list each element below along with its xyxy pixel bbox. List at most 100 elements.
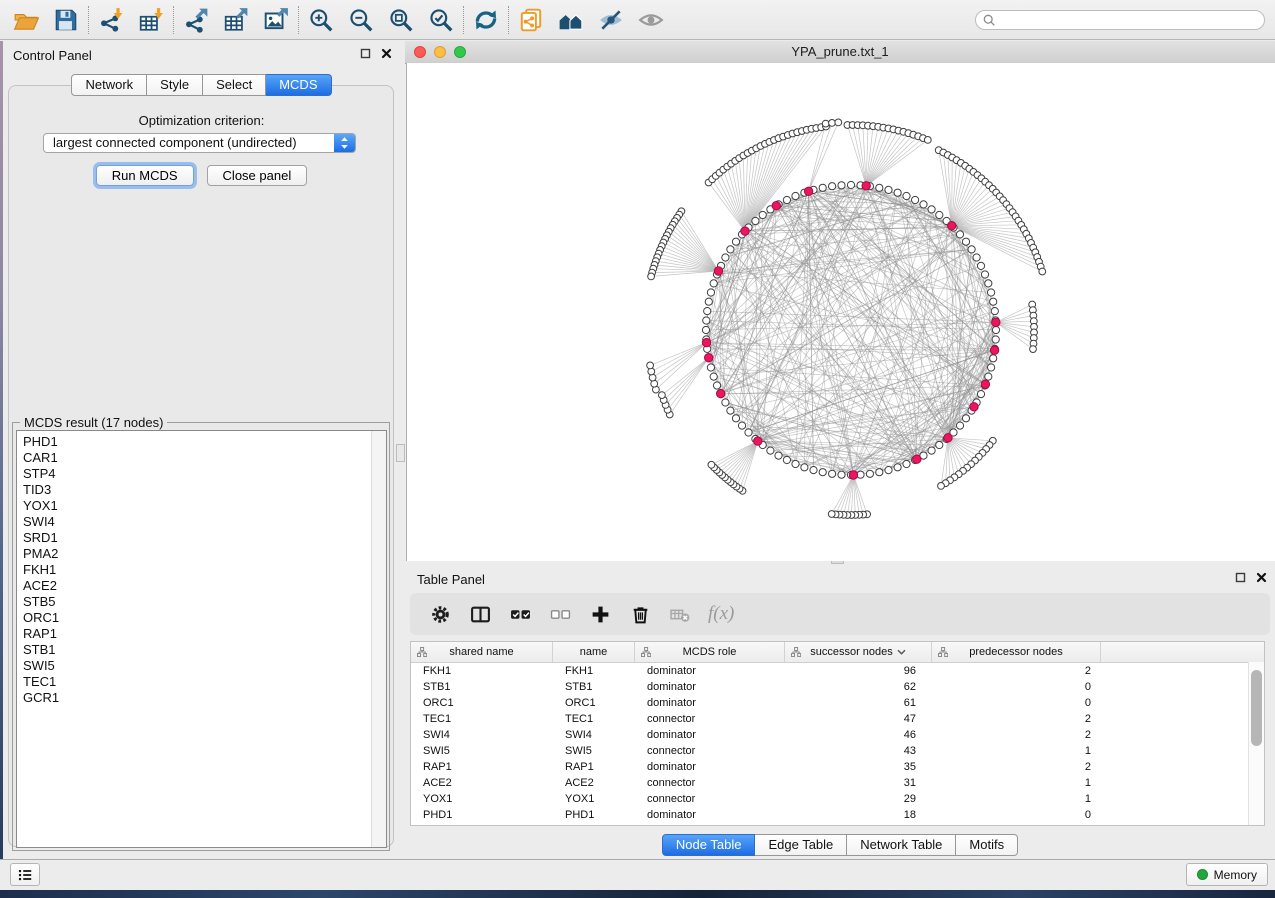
mcds-list-item[interactable]: GCR1 — [23, 690, 372, 706]
select-all-button[interactable] — [508, 602, 532, 626]
show-all-button[interactable] — [631, 3, 671, 37]
table-row[interactable]: PHD1PHD1dominator180 — [411, 807, 1264, 823]
zoom-fit-button[interactable] — [381, 3, 421, 37]
main-toolbar — [0, 0, 1275, 40]
cell-shared-name: YOX1 — [411, 791, 553, 807]
split-columns-button[interactable] — [468, 602, 492, 626]
table-row[interactable]: RAP1RAP1dominator352 — [411, 759, 1264, 775]
search-input[interactable] — [996, 11, 1264, 29]
table-scrollbar-thumb[interactable] — [1251, 670, 1262, 746]
close-panel-button[interactable]: Close panel — [207, 165, 308, 186]
cell-successor-nodes: 62 — [785, 679, 932, 695]
settings-button[interactable] — [428, 602, 452, 626]
tab-edge-table[interactable]: Edge Table — [755, 834, 847, 856]
table-tabs: Node TableEdge TableNetwork TableMotifs — [405, 834, 1275, 856]
tab-network[interactable]: Network — [71, 74, 147, 96]
table-row[interactable]: SWI4SWI4dominator462 — [411, 727, 1264, 743]
cell-predecessor-nodes: 1 — [932, 743, 1101, 759]
table-row[interactable]: ORC1ORC1dominator610 — [411, 695, 1264, 711]
tab-select[interactable]: Select — [203, 74, 266, 96]
zoom-in-button[interactable] — [301, 3, 341, 37]
first-neighbors-button[interactable] — [551, 3, 591, 37]
table-panel-header: Table Panel — [405, 565, 1275, 591]
column-header-name[interactable]: name — [553, 642, 635, 662]
mcds-list-scrollbar[interactable] — [371, 431, 386, 847]
column-header-successor-nodes[interactable]: successor nodes — [785, 642, 932, 662]
float-panel-icon[interactable] — [1235, 572, 1246, 583]
mcds-result-list[interactable]: PHD1CAR1STP4TID3YOX1SWI4SRD1PMA2FKH1ACE2… — [16, 430, 387, 848]
delete-table-button[interactable] — [668, 602, 692, 626]
network-title: YPA_prune.txt_1 — [405, 44, 1275, 59]
mcds-list-item[interactable]: RAP1 — [23, 626, 372, 642]
import-network-button[interactable] — [91, 3, 131, 37]
function-builder-button[interactable]: f(x) — [708, 603, 734, 625]
mcds-list-item[interactable]: STB1 — [23, 642, 372, 658]
export-network-button[interactable] — [176, 3, 216, 37]
vertical-splitter-grip[interactable] — [396, 444, 405, 462]
network-titlebar[interactable]: YPA_prune.txt_1 — [405, 41, 1275, 64]
hide-selected-button[interactable] — [591, 3, 631, 37]
mcds-list-item[interactable]: STB5 — [23, 594, 372, 610]
tab-node-table[interactable]: Node Table — [662, 834, 756, 856]
mcds-list-item[interactable]: PHD1 — [23, 434, 372, 450]
import-table-button[interactable] — [131, 3, 171, 37]
open-session-button[interactable] — [6, 3, 46, 37]
mcds-list-item[interactable]: PMA2 — [23, 546, 372, 562]
mcds-list-item[interactable]: SWI5 — [23, 658, 372, 674]
export-image-button[interactable] — [256, 3, 296, 37]
hide-selected-icon — [598, 7, 624, 33]
float-panel-icon[interactable] — [360, 48, 371, 59]
tab-style[interactable]: Style — [147, 74, 203, 96]
close-panel-icon[interactable] — [1256, 572, 1267, 583]
table-row[interactable]: FKH1FKH1dominator962 — [411, 663, 1264, 679]
mcds-list-item[interactable]: SWI4 — [23, 514, 372, 530]
delete-button[interactable] — [628, 602, 652, 626]
memory-button[interactable]: Memory — [1186, 863, 1268, 886]
control-panel-header: Control Panel — [3, 41, 400, 67]
network-graph[interactable] — [407, 63, 1275, 560]
tab-mcds[interactable]: MCDS — [266, 74, 331, 96]
table-row[interactable]: ACE2ACE2connector311 — [411, 775, 1264, 791]
delete-icon — [630, 604, 651, 625]
export-table-button[interactable] — [216, 3, 256, 37]
table-row[interactable]: YOX1YOX1connector291 — [411, 791, 1264, 807]
mcds-list-item[interactable]: CAR1 — [23, 450, 372, 466]
cell-predecessor-nodes: 1 — [932, 791, 1101, 807]
table-row[interactable]: TEC1TEC1connector472 — [411, 711, 1264, 727]
mcds-list-item[interactable]: ACE2 — [23, 578, 372, 594]
column-header-mcds-role[interactable]: MCDS role — [635, 642, 785, 662]
run-mcds-button[interactable]: Run MCDS — [96, 165, 194, 186]
mcds-list-item[interactable]: STP4 — [23, 466, 372, 482]
zoom-out-button[interactable] — [341, 3, 381, 37]
refresh-button[interactable] — [466, 3, 506, 37]
tab-motifs[interactable]: Motifs — [956, 834, 1018, 856]
optimization-criterion-select[interactable]: largest connected component (undirected) — [43, 133, 356, 153]
network-window: YPA_prune.txt_1 — [405, 41, 1275, 561]
search-box[interactable] — [975, 10, 1265, 30]
clear-all-button[interactable] — [548, 602, 572, 626]
column-header-shared-name[interactable]: shared name — [411, 642, 553, 662]
duplicate-network-button[interactable] — [511, 3, 551, 37]
column-type-icon — [938, 647, 948, 657]
add-button[interactable] — [588, 602, 612, 626]
cell-successor-nodes: 29 — [785, 791, 932, 807]
column-header-predecessor-nodes[interactable]: predecessor nodes — [932, 642, 1101, 662]
mcds-list-item[interactable]: ORC1 — [23, 610, 372, 626]
table-row[interactable]: SWI5SWI5connector431 — [411, 743, 1264, 759]
cell-name: SWI4 — [553, 727, 635, 743]
zoom-selected-button[interactable] — [421, 3, 461, 37]
tab-network-table[interactable]: Network Table — [847, 834, 956, 856]
mcds-list-item[interactable]: FKH1 — [23, 562, 372, 578]
table-row[interactable]: STB1STB1dominator620 — [411, 679, 1264, 695]
cell-name: STB1 — [553, 679, 635, 695]
mcds-list-item[interactable]: SRD1 — [23, 530, 372, 546]
mcds-result-title: MCDS result (17 nodes) — [20, 415, 167, 430]
mcds-list-item[interactable]: YOX1 — [23, 498, 372, 514]
task-history-button[interactable] — [10, 863, 40, 886]
close-panel-icon[interactable] — [381, 48, 392, 59]
save-session-button[interactable] — [46, 3, 86, 37]
table-scrollbar[interactable] — [1248, 662, 1264, 825]
network-canvas[interactable] — [406, 63, 1275, 561]
mcds-list-item[interactable]: TID3 — [23, 482, 372, 498]
mcds-list-item[interactable]: TEC1 — [23, 674, 372, 690]
